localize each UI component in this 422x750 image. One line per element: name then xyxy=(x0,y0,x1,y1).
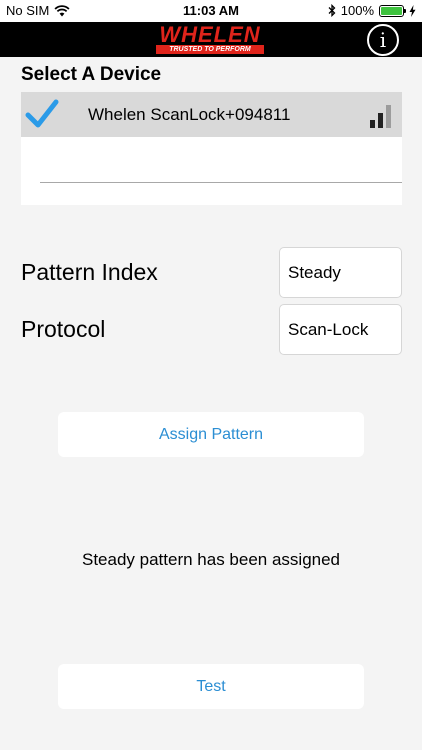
bluetooth-icon xyxy=(328,4,336,17)
logo-text: WHELEN xyxy=(159,22,261,47)
device-row[interactable]: Whelen ScanLock+094811 xyxy=(21,92,402,137)
device-list: Whelen ScanLock+094811 xyxy=(21,92,402,205)
battery-percent: 100% xyxy=(340,3,374,18)
list-divider xyxy=(40,182,402,183)
whelen-logo: WHELEN TRUSTED TO PERFORM xyxy=(150,24,270,55)
battery-icon xyxy=(379,4,406,17)
select-device-title: Select A Device xyxy=(21,64,162,85)
protocol-label: Protocol xyxy=(21,316,106,342)
info-button[interactable]: i xyxy=(367,24,399,56)
pattern-index-label: Pattern Index xyxy=(21,259,158,285)
status-message: Steady pattern has been assigned xyxy=(81,550,341,569)
test-button[interactable]: Test xyxy=(58,664,364,709)
checkmark-icon xyxy=(25,99,59,128)
status-bar: No SIM 11:03 AM 100% xyxy=(0,0,422,22)
info-icon: i xyxy=(379,28,387,52)
charging-bolt-icon xyxy=(409,4,416,17)
protocol-field[interactable]: Scan-Lock xyxy=(279,304,402,355)
assign-pattern-button[interactable]: Assign Pattern xyxy=(58,412,364,457)
logo-tagline: TRUSTED TO PERFORM xyxy=(156,45,264,54)
signal-strength-icon xyxy=(370,104,392,128)
pattern-index-field[interactable]: Steady xyxy=(279,247,402,298)
device-name: Whelen ScanLock+094811 xyxy=(88,105,291,124)
status-right: 100% xyxy=(328,3,416,18)
app-header: WHELEN TRUSTED TO PERFORM i xyxy=(0,22,422,57)
